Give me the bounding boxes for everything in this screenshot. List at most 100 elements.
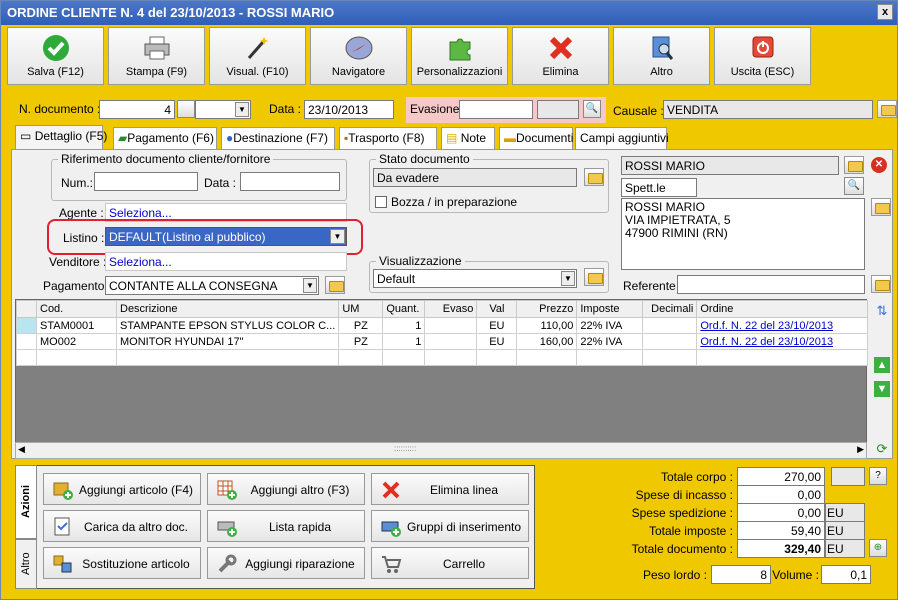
move-up-icon[interactable]: ▲	[874, 357, 890, 373]
close-button[interactable]: x	[877, 4, 893, 20]
customer-name-input[interactable]: ROSSI MARIO	[621, 156, 839, 175]
referente-input[interactable]	[677, 275, 865, 294]
replace-article-button[interactable]: Sostituzione articolo	[43, 547, 201, 579]
exit-button[interactable]: Uscita (ESC)	[714, 27, 811, 85]
delete-line-button[interactable]: Elimina linea	[371, 473, 529, 505]
scroll-grip[interactable]: ::::::::::	[394, 444, 416, 453]
row-selector[interactable]	[16, 333, 37, 350]
load-from-doc-button[interactable]: Carica da altro doc.	[43, 510, 201, 542]
table-cell[interactable]: MONITOR HYUNDAI 17"	[115, 333, 340, 350]
column-header[interactable]: Prezzo	[516, 300, 578, 318]
ref-num-input[interactable]	[94, 172, 198, 191]
view-folder-button[interactable]	[584, 268, 604, 286]
other-button[interactable]: Altro	[613, 27, 710, 85]
volume-value[interactable]: 0,1	[821, 565, 871, 584]
causale-folder-button[interactable]	[877, 100, 897, 118]
ref-date-input[interactable]	[240, 172, 340, 191]
add-other-button[interactable]: Aggiungi altro (F3)	[207, 473, 365, 505]
total-detail-button[interactable]: ⊕	[869, 539, 887, 557]
evasione-input[interactable]	[459, 100, 533, 119]
column-header[interactable]: Decimali	[642, 300, 698, 318]
date-input[interactable]: 23/10/2013	[304, 100, 394, 119]
column-header[interactable]: Cod.	[36, 300, 117, 318]
column-header[interactable]: Quant.	[382, 300, 426, 318]
order-link[interactable]: Ord.f. N. 22 del 23/10/2013	[696, 317, 868, 334]
table-cell[interactable]	[642, 333, 698, 350]
table-cell[interactable]: 1	[382, 317, 426, 334]
table-cell[interactable]: 110,00	[516, 317, 578, 334]
insert-groups-button[interactable]: Gruppi di inserimento	[371, 510, 529, 542]
status-folder-button[interactable]	[584, 168, 604, 186]
row-selector[interactable]	[16, 317, 37, 334]
evasione-search-button[interactable]: 🔍	[583, 100, 601, 118]
tab-destinazione[interactable]: ●Destinazione (F7)	[221, 127, 335, 149]
address-folder-button[interactable]	[871, 198, 891, 216]
table-cell[interactable]	[424, 333, 478, 350]
table-cell[interactable]: PZ	[338, 317, 384, 334]
add-repair-button[interactable]: Aggiungi riparazione	[207, 547, 365, 579]
listino-select[interactable]: DEFAULT(Listino al pubblico) ▼	[105, 227, 347, 246]
collection-fees-value[interactable]: 0,00	[737, 485, 825, 504]
table-cell[interactable]	[642, 317, 698, 334]
add-article-button[interactable]: Aggiungi articolo (F4)	[43, 473, 201, 505]
table-cell[interactable]: EU	[476, 333, 518, 350]
scroll-left-icon[interactable]: ◀	[18, 444, 25, 455]
shipping-fees-value[interactable]: 0,00	[737, 503, 825, 522]
customer-folder-button[interactable]	[844, 156, 864, 174]
side-tab-azioni[interactable]: Azioni	[15, 465, 37, 539]
save-button[interactable]: Salva (F12)	[7, 27, 104, 85]
cart-button[interactable]: Carrello	[371, 547, 529, 579]
tab-documenti[interactable]: ▬Documenti	[499, 127, 573, 149]
tab-note[interactable]: ▤ Note	[441, 127, 495, 149]
customizations-button[interactable]: Personalizzazioni	[411, 27, 508, 85]
tab-dettaglio[interactable]: ▭ Dettaglio (F5)	[15, 125, 107, 149]
print-button[interactable]: Stampa (F9)	[108, 27, 205, 85]
table-cell[interactable]: 22% IVA	[576, 333, 644, 350]
table-cell[interactable]	[424, 317, 478, 334]
pagamento-folder-button[interactable]	[325, 276, 345, 294]
table-cell[interactable]: STAM0001	[36, 317, 117, 334]
scroll-right-icon[interactable]: ▶	[857, 444, 864, 455]
tab-trasporto[interactable]: ▪Trasporto (F8)	[339, 127, 437, 149]
pagamento-select[interactable]: CONTANTE ALLA CONSEGNA ▼	[105, 276, 319, 295]
column-header[interactable]: Imposte	[576, 300, 644, 318]
customer-clear-icon[interactable]: ✕	[871, 157, 887, 173]
customer-search-button[interactable]: 🔍	[844, 177, 864, 195]
table-cell[interactable]: MO002	[36, 333, 117, 350]
table-cell[interactable]: STAMPANTE EPSON STYLUS COLOR C...	[115, 317, 340, 334]
quick-list-button[interactable]: Lista rapida	[207, 510, 365, 542]
column-header[interactable]: Evaso	[424, 300, 478, 318]
causale-input[interactable]: VENDITA	[663, 100, 873, 119]
grid-horizontal-scrollbar[interactable]: ◀ :::::::::: ▶	[15, 442, 867, 459]
gross-weight-value[interactable]: 8	[711, 565, 771, 584]
referente-folder-button[interactable]	[871, 275, 891, 293]
ndoc-suffix-select[interactable]: ▼	[195, 100, 251, 119]
navigator-button[interactable]: Navigatore	[310, 27, 407, 85]
tab-campi-aggiuntivi[interactable]: Campi aggiuntivi	[575, 127, 669, 149]
table-row[interactable]: STAM0001 STAMPANTE EPSON STYLUS COLOR C.…	[16, 317, 868, 334]
column-header[interactable]: Val	[476, 300, 518, 318]
move-top-icon[interactable]: ⇅	[874, 303, 890, 319]
tab-pagamento[interactable]: ▰Pagamento (F6)	[113, 127, 217, 149]
venditore-link[interactable]: Seleziona...	[105, 252, 347, 271]
column-header[interactable]: Descrizione	[115, 300, 340, 318]
delete-button[interactable]: Elimina	[512, 27, 609, 85]
table-cell[interactable]: 1	[382, 333, 426, 350]
table-row[interactable]: MO002 MONITOR HYUNDAI 17" PZ 1 EU 160,00…	[16, 333, 868, 350]
customer-address[interactable]: ROSSI MARIO VIA IMPIETRATA, 5 47900 RIMI…	[621, 198, 865, 270]
table-row-empty[interactable]	[16, 349, 868, 366]
table-cell[interactable]: EU	[476, 317, 518, 334]
view-select[interactable]: Default ▼	[373, 269, 577, 288]
column-header[interactable]: UM	[338, 300, 384, 318]
draft-checkbox[interactable]	[375, 196, 387, 208]
help-button[interactable]: ?	[869, 467, 887, 485]
order-link[interactable]: Ord.f. N. 22 del 23/10/2013	[696, 333, 868, 350]
ndoc-spin-button[interactable]	[177, 100, 195, 118]
preview-button[interactable]: Visual. (F10)	[209, 27, 306, 85]
table-cell[interactable]: PZ	[338, 333, 384, 350]
column-header[interactable]: Ordine	[696, 300, 868, 318]
table-cell[interactable]: 160,00	[516, 333, 578, 350]
refresh-icon[interactable]: ⟳	[874, 441, 890, 457]
side-tab-altro[interactable]: Altro	[15, 539, 37, 589]
ndoc-input[interactable]: 4	[99, 100, 175, 119]
